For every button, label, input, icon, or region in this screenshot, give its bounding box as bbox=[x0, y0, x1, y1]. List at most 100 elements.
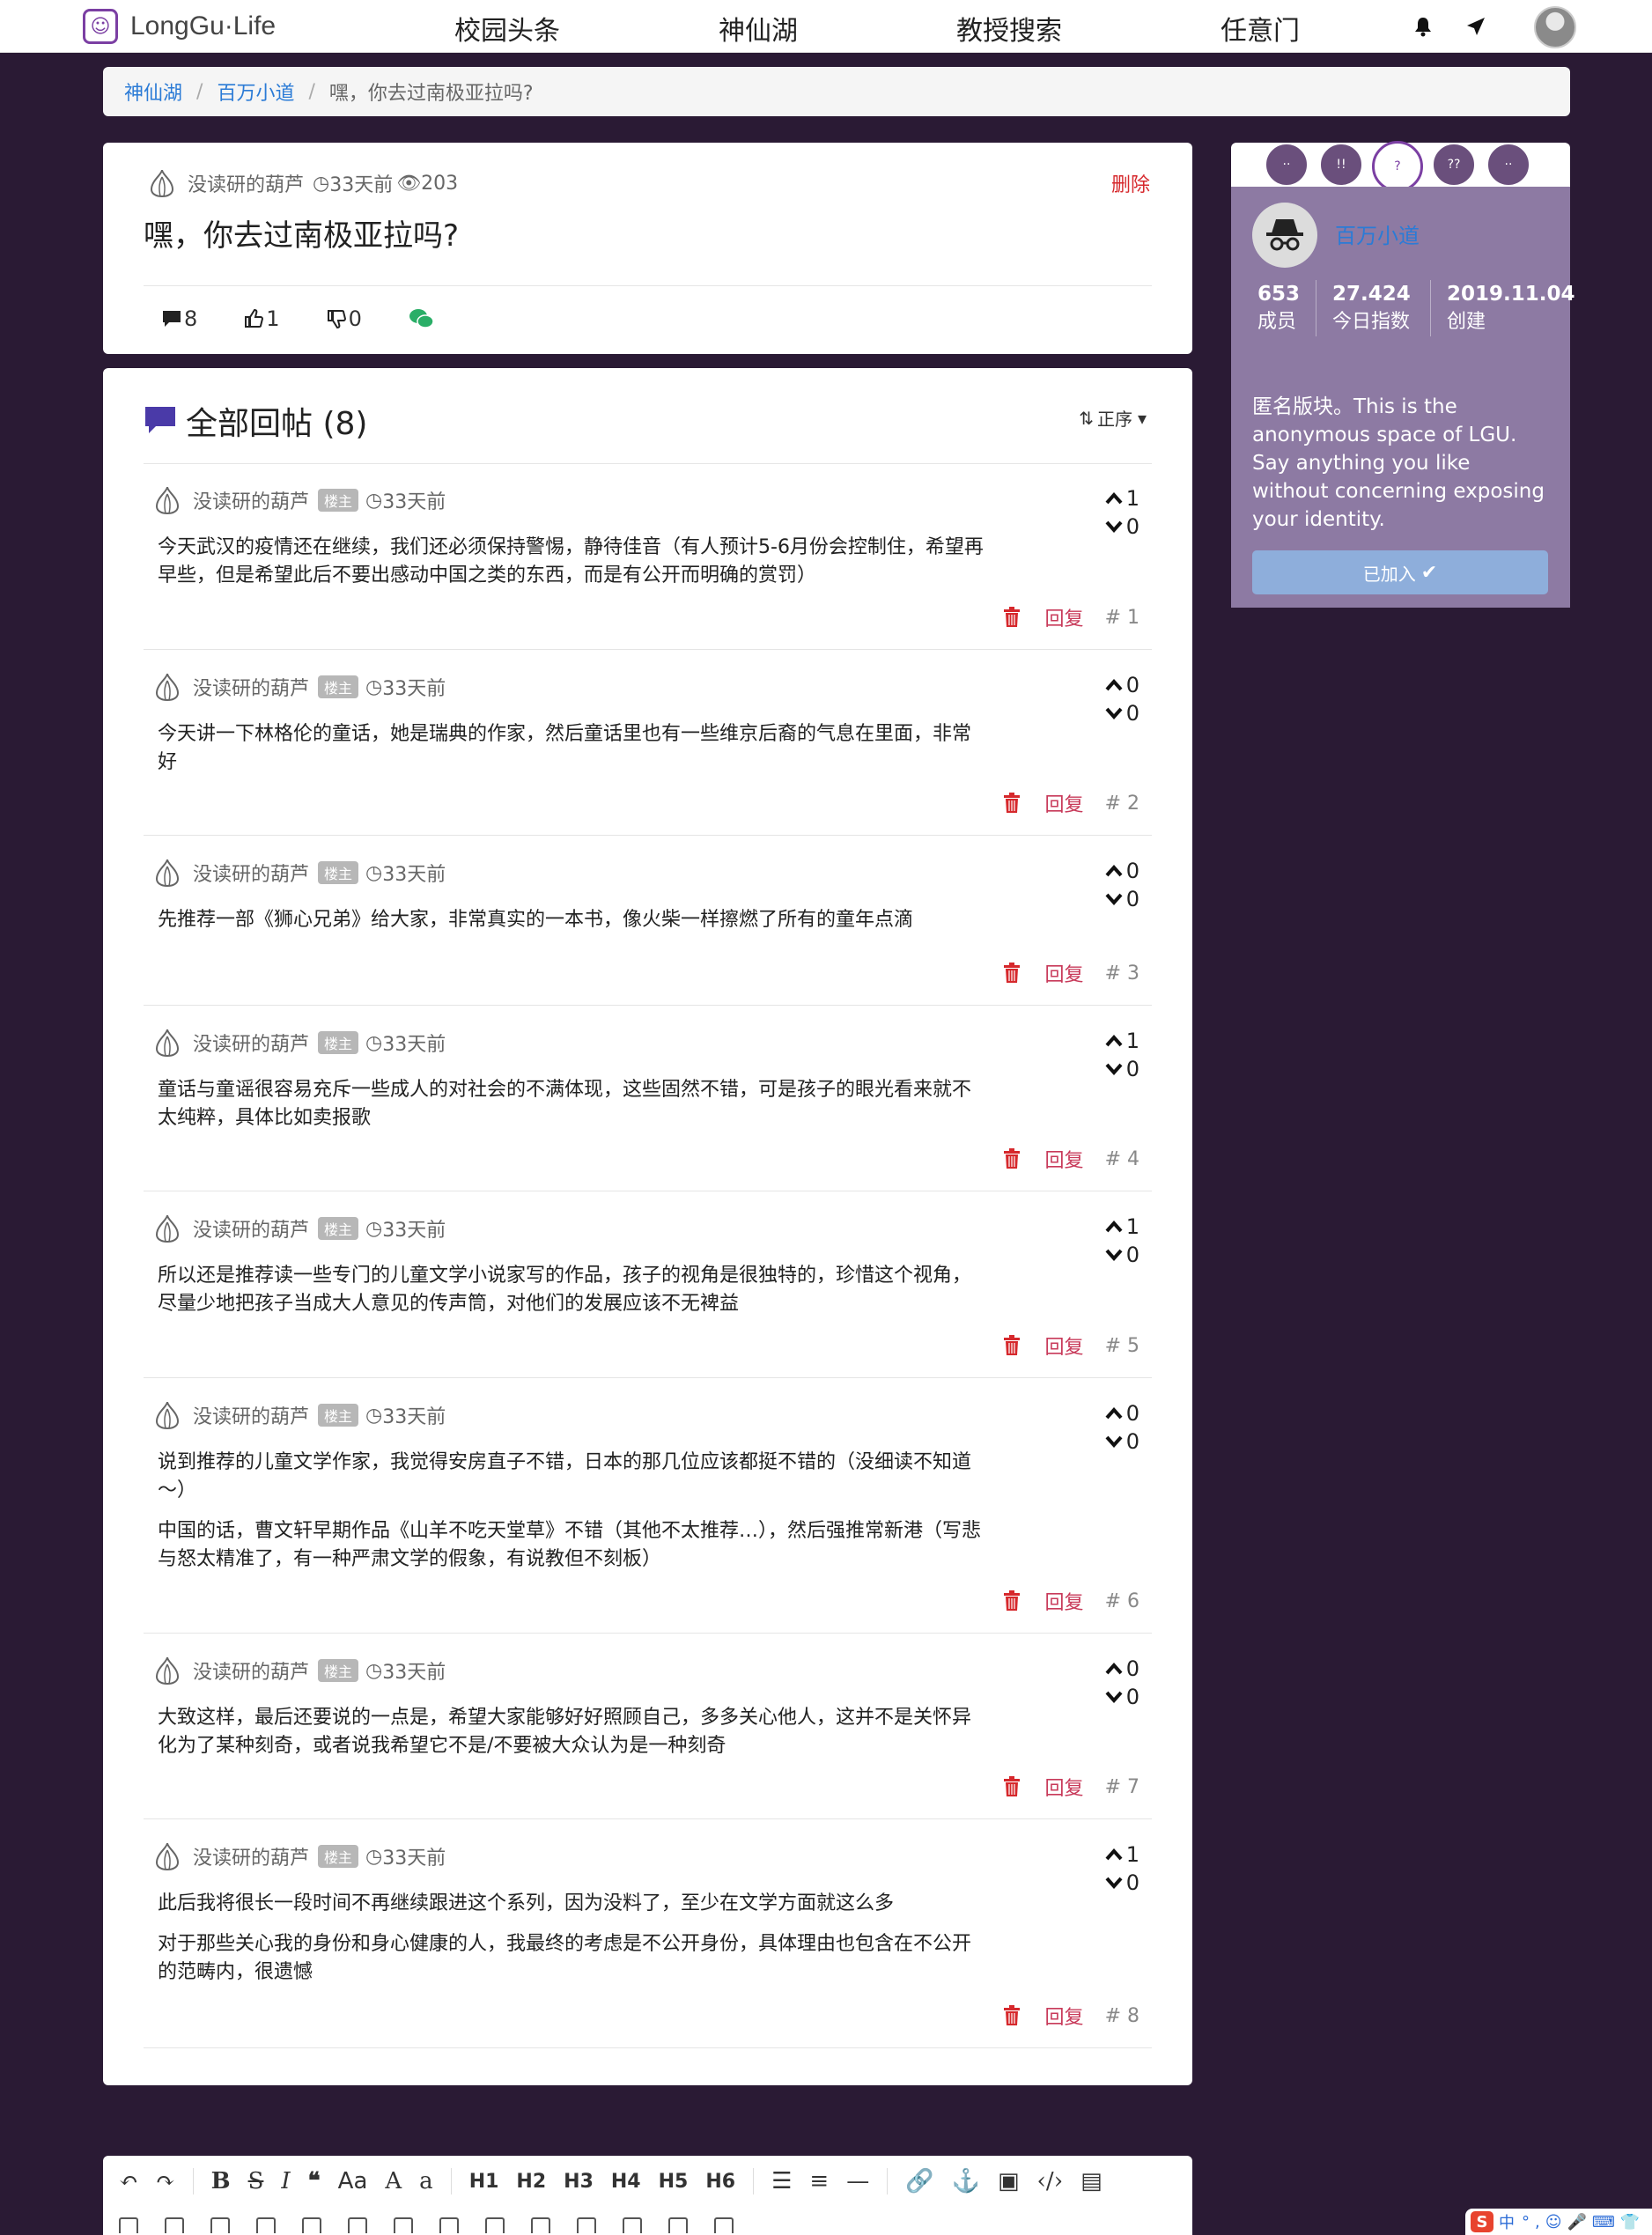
reply-button[interactable]: 回复 bbox=[1045, 2002, 1084, 2030]
pagebreak-icon[interactable] bbox=[348, 2217, 367, 2233]
reply-button[interactable]: 回复 bbox=[1045, 959, 1084, 987]
heading-4-button[interactable]: H4 bbox=[611, 2171, 641, 2193]
group-tab-active[interactable]: ? bbox=[1372, 141, 1423, 192]
nav-professor-search[interactable]: 教授搜索 bbox=[956, 9, 1062, 48]
link-icon[interactable]: 🔗 bbox=[905, 2168, 933, 2194]
unordered-list-icon[interactable]: ☰ bbox=[771, 2168, 792, 2194]
strikethrough-icon[interactable]: S bbox=[248, 2168, 264, 2194]
lowercase-icon[interactable]: a bbox=[419, 2168, 433, 2194]
search-icon[interactable] bbox=[623, 2217, 642, 2233]
upvote-button[interactable]: 0 bbox=[1105, 671, 1139, 699]
reply-button[interactable]: 回复 bbox=[1045, 603, 1084, 631]
bell-icon[interactable] bbox=[1409, 12, 1437, 41]
reply-button[interactable]: 回复 bbox=[1045, 1587, 1084, 1615]
heading-2-button[interactable]: H2 bbox=[516, 2171, 546, 2193]
downvote-button[interactable]: 0 bbox=[1105, 1055, 1139, 1083]
delete-post-button[interactable]: 删除 bbox=[1111, 169, 1150, 197]
html-entity-icon[interactable] bbox=[302, 2217, 321, 2233]
upvote-button[interactable]: 1 bbox=[1105, 1213, 1139, 1241]
trash-icon[interactable] bbox=[1003, 2005, 1021, 2026]
redo-icon[interactable]: ↷ bbox=[156, 2168, 175, 2194]
reply-author[interactable]: 没读研的葫芦 bbox=[193, 1842, 309, 1870]
wechat-share-button[interactable] bbox=[408, 306, 436, 331]
downvote-button[interactable]: 0 bbox=[1105, 1869, 1139, 1897]
watch-icon[interactable] bbox=[439, 2217, 459, 2233]
ime-language[interactable]: 中 bbox=[1499, 2210, 1515, 2233]
bold-icon[interactable]: B bbox=[211, 2168, 231, 2194]
preview-icon[interactable] bbox=[485, 2217, 505, 2233]
post-author[interactable]: 没读研的葫芦 bbox=[188, 169, 304, 197]
reply-author[interactable]: 没读研的葫芦 bbox=[193, 1214, 309, 1243]
heading-3-button[interactable]: H3 bbox=[564, 2171, 594, 2193]
nav-anywhere-door[interactable]: 任意门 bbox=[1221, 9, 1300, 48]
clock-icon[interactable] bbox=[210, 2217, 230, 2233]
like-button[interactable]: 1 bbox=[243, 306, 280, 331]
horizontal-rule-icon[interactable]: — bbox=[846, 2168, 869, 2194]
breadcrumb-shenxianhu[interactable]: 神仙湖 bbox=[124, 77, 182, 106]
code-icon[interactable]: ‹/› bbox=[1037, 2168, 1064, 2194]
reply-author[interactable]: 没读研的葫芦 bbox=[193, 1401, 309, 1429]
brand[interactable]: ☺ LongGu·Life bbox=[83, 7, 276, 46]
reply-author[interactable]: 没读研的葫芦 bbox=[193, 859, 309, 887]
upvote-button[interactable]: 1 bbox=[1105, 1027, 1139, 1055]
uppercase-icon[interactable]: A bbox=[385, 2168, 402, 2194]
group-tab-4[interactable]: ?? bbox=[1432, 143, 1476, 187]
downvote-button[interactable]: 0 bbox=[1105, 1241, 1139, 1269]
italic-icon[interactable]: I bbox=[281, 2168, 290, 2194]
reply-author[interactable]: 没读研的葫芦 bbox=[193, 486, 309, 514]
reply-button[interactable]: 回复 bbox=[1045, 1773, 1084, 1801]
breadcrumb-group[interactable]: 百万小道 bbox=[217, 77, 294, 106]
upvote-button[interactable]: 1 bbox=[1105, 484, 1139, 513]
anchor-icon[interactable]: ⚓ bbox=[952, 2168, 980, 2194]
user-avatar[interactable] bbox=[1534, 6, 1576, 48]
upvote-button[interactable]: 0 bbox=[1105, 1655, 1139, 1683]
trash-icon[interactable] bbox=[1003, 793, 1021, 814]
code-block-icon[interactable]: ▤ bbox=[1080, 2168, 1103, 2194]
group-tab-5[interactable]: ·· bbox=[1486, 143, 1530, 187]
downvote-button[interactable]: 0 bbox=[1105, 1683, 1139, 1711]
upvote-button[interactable]: 0 bbox=[1105, 1399, 1139, 1427]
heading-6-button[interactable]: H6 bbox=[705, 2171, 735, 2193]
reply-button[interactable]: 回复 bbox=[1045, 1145, 1084, 1173]
trash-icon[interactable] bbox=[1003, 607, 1021, 628]
quote-icon[interactable]: ❝ bbox=[308, 2168, 321, 2194]
ordered-list-icon[interactable]: ≡ bbox=[809, 2168, 829, 2194]
reply-author[interactable]: 没读研的葫芦 bbox=[193, 1029, 309, 1057]
image-icon[interactable]: ▣ bbox=[998, 2168, 1020, 2194]
downvote-button[interactable]: 0 bbox=[1105, 885, 1139, 913]
group-tab-2[interactable]: !! bbox=[1319, 143, 1363, 187]
sogou-ime-icon[interactable]: S bbox=[1471, 2211, 1493, 2232]
heading-1-button[interactable]: H1 bbox=[469, 2171, 499, 2193]
fullscreen-icon[interactable] bbox=[531, 2217, 550, 2233]
send-icon[interactable] bbox=[1462, 12, 1490, 41]
trash-icon[interactable] bbox=[1003, 963, 1021, 984]
emoji-icon[interactable] bbox=[256, 2217, 276, 2233]
downvote-button[interactable]: 0 bbox=[1105, 513, 1139, 541]
upvote-button[interactable]: 0 bbox=[1105, 857, 1139, 885]
trash-icon[interactable] bbox=[1003, 1335, 1021, 1356]
dislike-button[interactable]: 0 bbox=[326, 306, 362, 331]
downvote-button[interactable]: 0 bbox=[1105, 1427, 1139, 1456]
nav-campus-news[interactable]: 校园头条 bbox=[454, 9, 560, 48]
file-icon[interactable] bbox=[119, 2217, 138, 2233]
group-tab-1[interactable]: ·· bbox=[1265, 143, 1309, 187]
nav-shenxianhu[interactable]: 神仙湖 bbox=[719, 9, 798, 48]
goto-line-icon[interactable] bbox=[394, 2217, 413, 2233]
reply-button[interactable]: 回复 bbox=[1045, 789, 1084, 817]
heading-5-button[interactable]: H5 bbox=[659, 2171, 689, 2193]
table-icon[interactable] bbox=[165, 2217, 184, 2233]
clear-icon[interactable] bbox=[577, 2217, 596, 2233]
comment-count[interactable]: 8 bbox=[161, 306, 197, 331]
reply-author[interactable]: 没读研的葫芦 bbox=[193, 1656, 309, 1685]
text-case-icon[interactable]: Aa bbox=[338, 2168, 368, 2194]
reply-button[interactable]: 回复 bbox=[1045, 1331, 1084, 1360]
reply-author[interactable]: 没读研的葫芦 bbox=[193, 673, 309, 701]
ime-tools-icon[interactable]: °,☺🎤⌨👕 bbox=[1522, 2213, 1645, 2231]
trash-icon[interactable] bbox=[1003, 1148, 1021, 1169]
joined-button[interactable]: 已加入 ✔ bbox=[1252, 550, 1548, 594]
help-icon[interactable] bbox=[668, 2217, 688, 2233]
downvote-button[interactable]: 0 bbox=[1105, 699, 1139, 727]
trash-icon[interactable] bbox=[1003, 1776, 1021, 1797]
trash-icon[interactable] bbox=[1003, 1590, 1021, 1612]
sort-dropdown[interactable]: ⇅ 正序 ▾ bbox=[1079, 405, 1147, 431]
